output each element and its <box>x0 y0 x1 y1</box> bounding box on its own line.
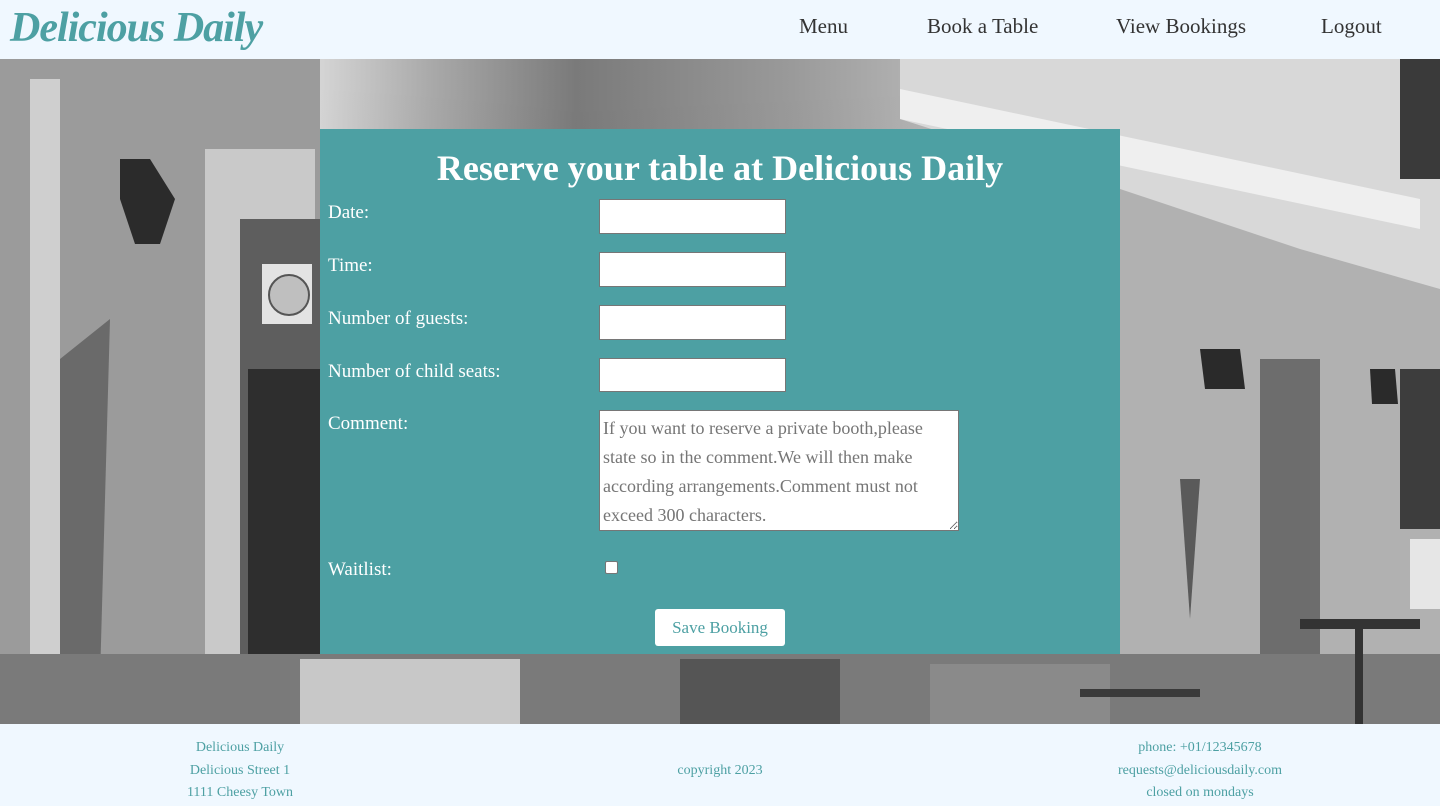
waitlist-checkbox[interactable] <box>605 561 618 574</box>
child-seats-input[interactable] <box>599 358 786 392</box>
footer-street: Delicious Street 1 <box>189 762 291 778</box>
footer-contact: phone: +01/12345678 requests@deliciousda… <box>1080 737 1320 805</box>
nav-logout-link[interactable]: Logout <box>1321 14 1382 39</box>
site-footer: Delicious Daily Delicious Street 1 1111 … <box>0 724 1440 806</box>
guests-input[interactable] <box>599 305 786 340</box>
time-label: Time: <box>328 255 373 276</box>
nav-view-bookings-link[interactable]: View Bookings <box>1116 14 1246 39</box>
comment-label: Comment: <box>328 413 409 434</box>
site-logo[interactable]: Delicious Daily <box>10 4 263 52</box>
footer-phone: phone: +01/12345678 <box>1138 740 1262 755</box>
comment-textarea[interactable] <box>599 410 959 531</box>
guests-label: Number of guests: <box>328 308 469 329</box>
date-input[interactable] <box>599 199 786 234</box>
site-header: Delicious Daily Menu Book a Table View B… <box>0 0 1440 59</box>
footer-restaurant-name: Delicious Daily <box>195 740 285 755</box>
waitlist-label: Waitlist: <box>328 559 392 580</box>
nav-menu-link[interactable]: Menu <box>799 14 848 39</box>
footer-copyright: copyright 2023 <box>677 763 763 778</box>
footer-address: Delicious Daily Delicious Street 1 1111 … <box>140 737 340 805</box>
time-input[interactable] <box>599 252 786 287</box>
footer-hours: closed on mondays <box>1146 785 1254 800</box>
nav-book-table-link[interactable]: Book a Table <box>927 14 1038 39</box>
date-label: Date: <box>328 202 370 223</box>
booking-form-panel: Reserve your table at Delicious Daily Da… <box>320 129 1120 654</box>
form-title: Reserve your table at Delicious Daily <box>436 148 1004 188</box>
child-seats-label: Number of child seats: <box>328 361 501 382</box>
save-booking-button[interactable]: Save Booking <box>655 609 785 646</box>
footer-town: 1111 Cheesy Town <box>186 785 294 800</box>
footer-email: requests@deliciousdaily.com <box>1117 762 1282 778</box>
